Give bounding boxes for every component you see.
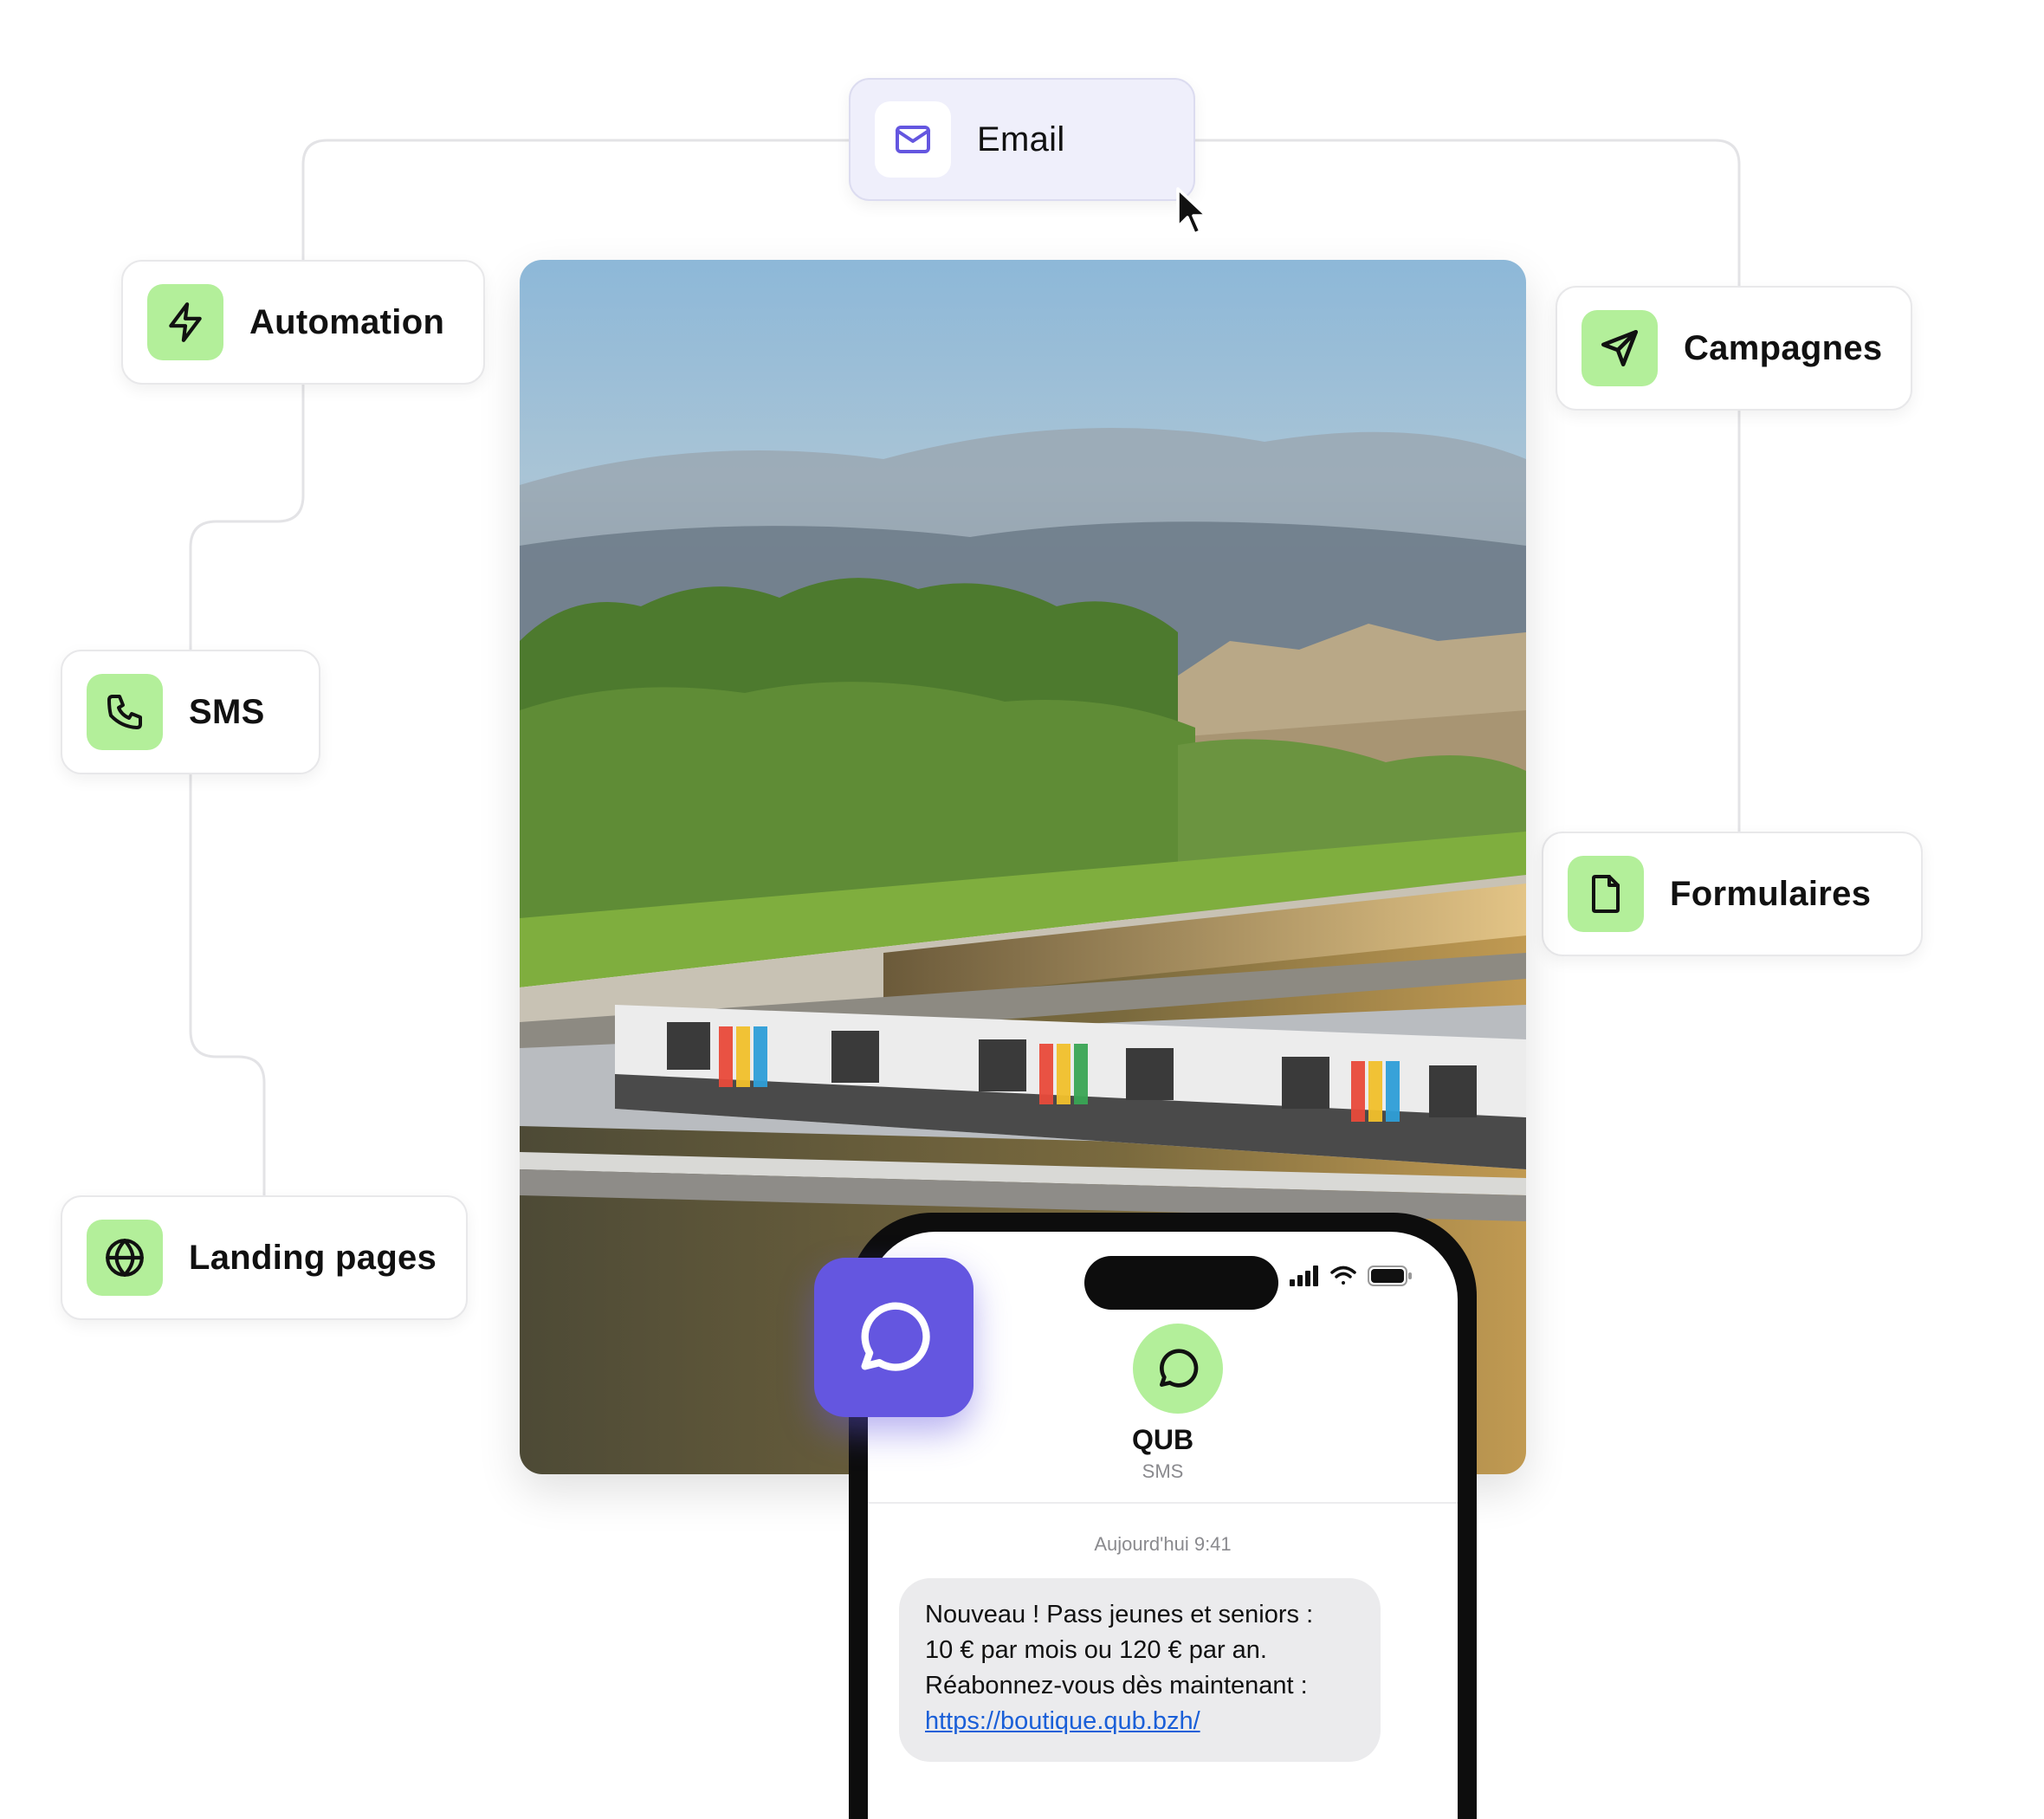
contact-name: QUB xyxy=(1131,1424,1194,1455)
campagnes-icon-box xyxy=(1582,310,1658,386)
landing-pages-label: Landing pages xyxy=(189,1238,437,1277)
dynamic-island xyxy=(1084,1256,1278,1310)
message-timestamp: Aujourd'hui 9:41 xyxy=(1094,1533,1232,1555)
sms-label: SMS xyxy=(189,692,265,731)
formulaires-icon-box xyxy=(1568,856,1644,932)
landing-pages-icon-box xyxy=(87,1220,163,1296)
contact-avatar xyxy=(1133,1324,1223,1414)
automation-card[interactable]: Automation xyxy=(121,260,485,385)
chat-bubble-icon xyxy=(861,1302,930,1371)
automation-icon-box xyxy=(147,284,223,360)
phone-icon xyxy=(107,695,142,729)
formulaires-card[interactable]: Formulaires xyxy=(1542,832,1923,956)
sms-card[interactable]: SMS xyxy=(61,650,320,774)
signal-icon xyxy=(1290,1266,1318,1286)
wifi-icon xyxy=(1330,1266,1356,1285)
email-icon-box xyxy=(875,101,951,178)
message-line-1: Nouveau ! Pass jeunes et seniors : xyxy=(925,1601,1314,1628)
mouse-cursor-icon xyxy=(1176,187,1208,236)
status-bar xyxy=(1290,1265,1413,1287)
landing-pages-card[interactable]: Landing pages xyxy=(61,1195,468,1320)
sms-message-bubble: Nouveau ! Pass jeunes et seniors : 10 € … xyxy=(899,1578,1381,1762)
document-icon xyxy=(1592,875,1620,913)
message-link[interactable]: https://boutique.qub.bzh/ xyxy=(925,1704,1355,1739)
campagnes-card[interactable]: Campagnes xyxy=(1556,286,1912,411)
formulaires-label: Formulaires xyxy=(1670,874,1872,913)
campagnes-label: Campagnes xyxy=(1684,328,1883,367)
mail-icon xyxy=(896,126,930,153)
message-line-2: 10 € par mois ou 120 € par an. xyxy=(925,1636,1267,1664)
lightning-icon xyxy=(169,302,202,342)
sms-icon-box xyxy=(87,674,163,750)
message-line-3: Réabonnez-vous dès maintenant : xyxy=(925,1672,1308,1699)
header-divider xyxy=(868,1502,1458,1504)
chat-badge xyxy=(814,1258,973,1417)
email-card[interactable]: Email xyxy=(849,78,1195,201)
send-icon xyxy=(1601,329,1639,367)
chat-bubble-icon xyxy=(1160,1349,1199,1388)
email-label: Email xyxy=(977,120,1065,159)
battery-icon xyxy=(1368,1266,1412,1286)
automation-label: Automation xyxy=(249,302,445,341)
contact-type: SMS xyxy=(1142,1460,1184,1482)
globe-icon xyxy=(106,1239,144,1277)
